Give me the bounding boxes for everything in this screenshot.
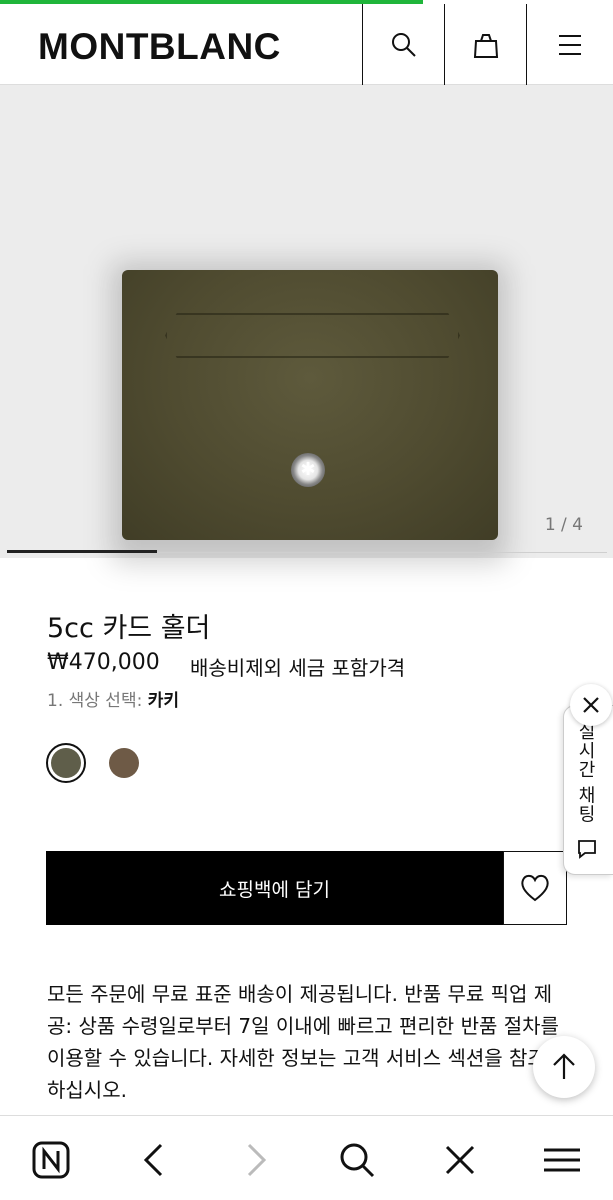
product-price: ₩470,000 bbox=[47, 650, 160, 675]
shopping-bag-icon bbox=[473, 33, 498, 58]
close-icon bbox=[583, 697, 599, 713]
menu-icon bbox=[544, 1148, 580, 1172]
color-swatch-brown[interactable] bbox=[109, 748, 139, 778]
selected-color-value: 카키 bbox=[147, 691, 180, 711]
product-image-card-holder bbox=[122, 270, 498, 540]
browser-menu-button[interactable] bbox=[540, 1138, 584, 1182]
scroll-to-top-button[interactable] bbox=[533, 1036, 595, 1098]
color-label-text: 1. 색상 선택: bbox=[47, 691, 143, 711]
tax-note: 배송비제외 세금 포함가격 bbox=[190, 656, 406, 680]
color-select-label: 1. 색상 선택: 카키 bbox=[47, 686, 179, 711]
live-chat-label[interactable]: 실시간 채팅 bbox=[572, 722, 598, 824]
forward-icon bbox=[247, 1143, 267, 1177]
back-button[interactable] bbox=[131, 1138, 175, 1182]
search-icon bbox=[391, 32, 416, 57]
shipping-info-text: 모든 주문에 무료 표준 배송이 제공됩니다. 반품 무료 픽업 제공: 상품 … bbox=[47, 982, 559, 1102]
shopping-bag-button[interactable] bbox=[444, 4, 526, 85]
chat-bubble-icon bbox=[576, 838, 598, 864]
montblanc-emblem-icon: ✱ bbox=[291, 453, 325, 487]
close-icon bbox=[445, 1145, 475, 1175]
product-image-gallery[interactable]: ✱ 1 / 4 bbox=[0, 85, 613, 563]
menu-button[interactable] bbox=[526, 4, 613, 85]
montblanc-logo[interactable]: MONTBLANC bbox=[38, 26, 281, 68]
chat-close-button[interactable] bbox=[570, 684, 612, 726]
arrow-up-icon bbox=[553, 1053, 575, 1079]
heart-icon bbox=[521, 874, 549, 902]
color-swatch-khaki[interactable] bbox=[46, 743, 86, 783]
search-icon bbox=[340, 1143, 375, 1178]
wishlist-button[interactable] bbox=[503, 851, 567, 925]
hamburger-menu-icon bbox=[559, 34, 581, 55]
search-button[interactable] bbox=[362, 4, 444, 85]
naver-home-button[interactable] bbox=[29, 1138, 73, 1182]
add-to-cart-button[interactable]: 쇼핑백에 담기 bbox=[46, 851, 503, 925]
product-title: 5cc 카드 홀더 bbox=[47, 613, 211, 644]
browser-search-button[interactable] bbox=[335, 1138, 379, 1182]
gallery-counter: 1 / 4 bbox=[544, 515, 583, 535]
card-slot bbox=[165, 313, 460, 358]
close-tab-button[interactable] bbox=[438, 1138, 482, 1182]
naver-home-icon bbox=[32, 1141, 70, 1179]
swatch-fill bbox=[51, 748, 81, 778]
browser-bottom-bar bbox=[0, 1115, 613, 1200]
gallery-scroll-indicator bbox=[7, 550, 157, 553]
site-header: MONTBLANC bbox=[0, 4, 613, 85]
back-icon bbox=[143, 1143, 163, 1177]
forward-button[interactable] bbox=[235, 1138, 279, 1182]
